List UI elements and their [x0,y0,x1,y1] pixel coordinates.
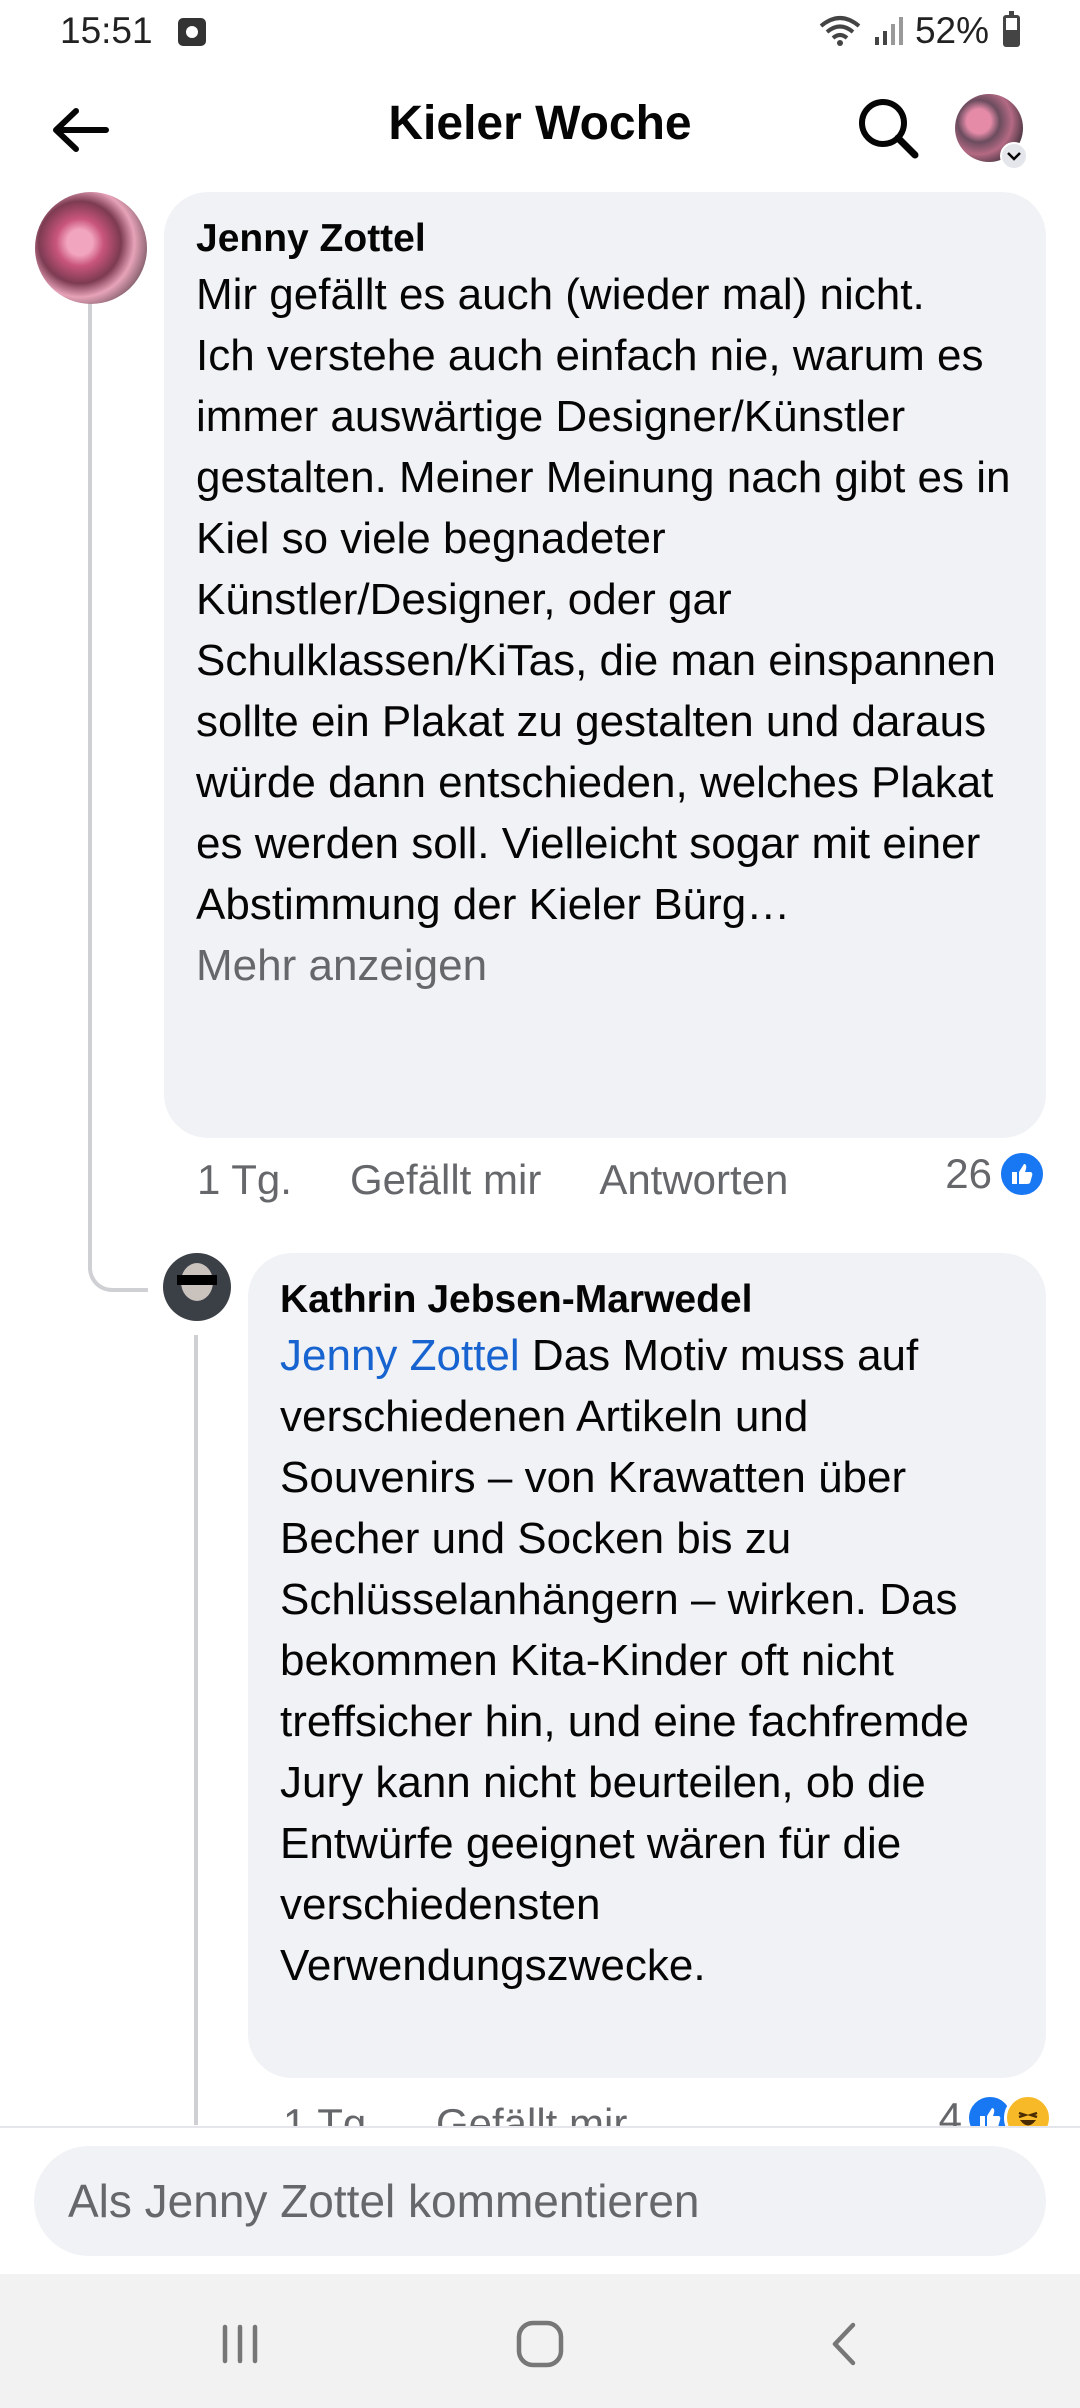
comment-timestamp: 1 Tg. [197,1156,292,1203]
reaction-summary[interactable]: 26 [945,1150,1046,1198]
home-icon [516,2320,564,2368]
battery-icon [1003,11,1020,47]
battery-percent: 52% [914,10,989,51]
recent-apps-button[interactable] [195,2304,285,2384]
top-app-bar: Kieler Woche [0,66,1080,192]
status-bar: 15:51 52% [0,0,1080,66]
comment-bubble[interactable]: Jenny Zottel Mir gefällt es auch (wieder… [164,192,1046,1138]
back-nav-icon [832,2322,856,2366]
thread-line [88,300,148,1292]
status-icons: 52% [817,10,1020,52]
comment-actions: 1 Tg. Gefällt mir Antworten [197,1150,846,1210]
search-icon [859,99,919,159]
comment-author[interactable]: Jenny Zottel [196,214,1014,264]
comment-input[interactable] [34,2146,1046,2256]
comment-text: Mir gefällt es auch (wieder mal) nicht. … [196,270,1011,929]
recent-apps-icon [222,2324,258,2364]
avatar[interactable] [163,1253,231,1321]
avatar[interactable] [35,192,147,304]
like-button[interactable]: Gefällt mir [350,1156,541,1204]
screen-record-icon [178,18,206,46]
comment-composer [0,2126,1080,2274]
home-button[interactable] [495,2304,585,2384]
like-icon [998,1150,1046,1198]
show-more-link[interactable]: Mehr anzeigen [196,935,1014,996]
system-nav-bar [0,2274,1080,2408]
signal-icon [874,17,903,45]
status-time: 15:51 [60,10,153,51]
chevron-down-icon[interactable] [1000,142,1028,170]
back-nav-button[interactable] [800,2304,890,2384]
search-button[interactable] [848,88,928,168]
comment-author[interactable]: Kathrin Jebsen-Marwedel [280,1275,1014,1325]
reaction-count: 26 [945,1150,992,1197]
comment-text: Jenny Zottel Das Motiv muss auf verschie… [280,1325,1014,1996]
thread-line [194,1335,198,2125]
mention-link[interactable]: Jenny Zottel [280,1331,520,1380]
comment-bubble[interactable]: Kathrin Jebsen-Marwedel Jenny Zottel Das… [248,1253,1046,2078]
wifi-icon [819,16,861,46]
reply-button[interactable]: Antworten [599,1156,788,1204]
comment-body: Das Motiv muss auf verschiedenen Artikel… [280,1331,969,1990]
